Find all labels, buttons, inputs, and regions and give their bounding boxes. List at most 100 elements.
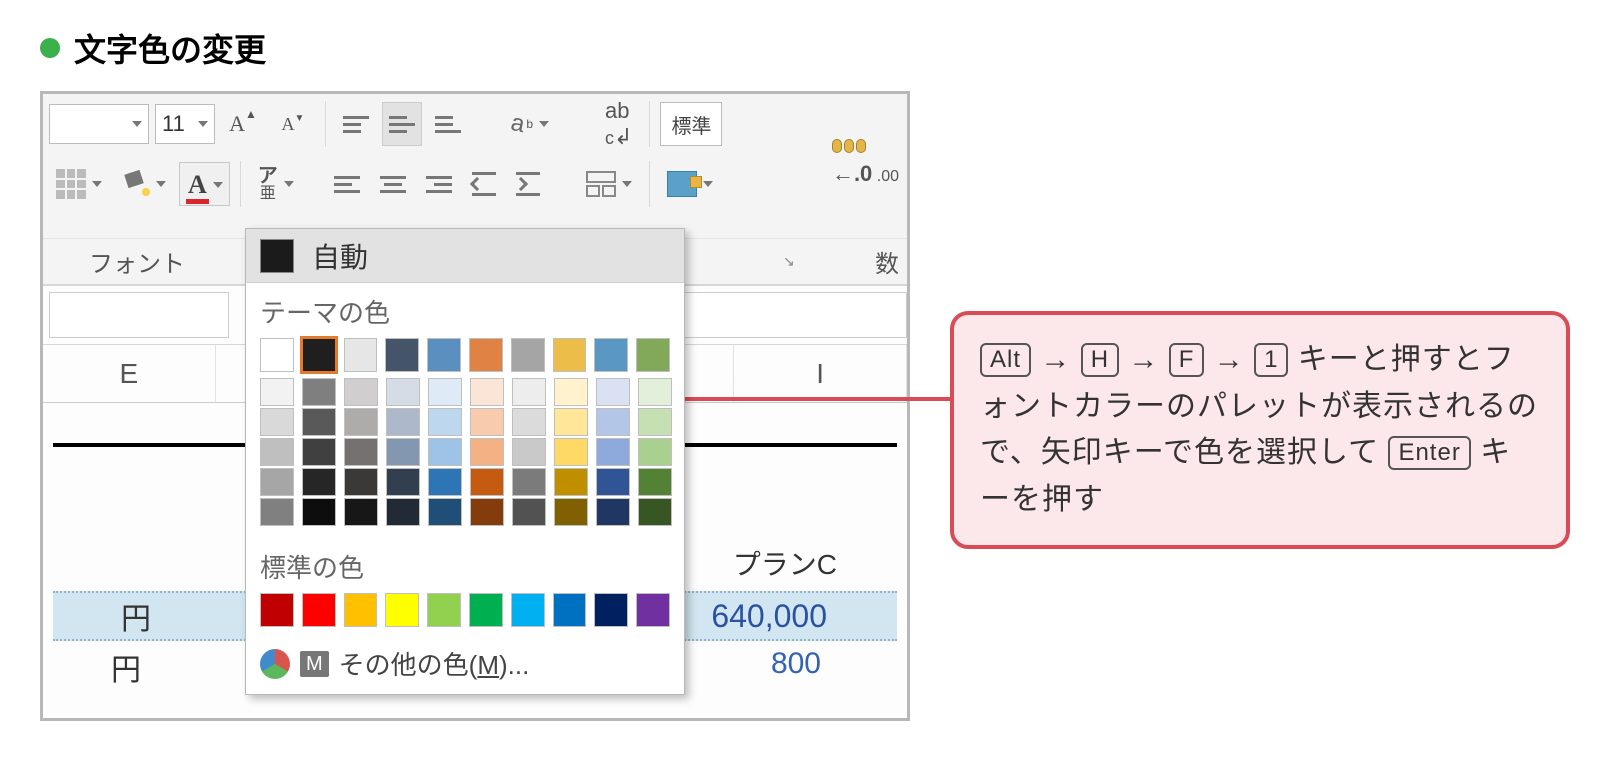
theme-shade-swatch[interactable] bbox=[386, 468, 420, 496]
theme-shade-swatch[interactable] bbox=[260, 438, 294, 466]
theme-shade-swatch[interactable] bbox=[260, 498, 294, 526]
theme-color-swatch[interactable] bbox=[427, 338, 461, 372]
standard-color-swatch[interactable] bbox=[469, 593, 503, 627]
theme-color-swatch[interactable] bbox=[385, 338, 419, 372]
theme-shade-swatch[interactable] bbox=[386, 378, 420, 406]
align-top-button[interactable] bbox=[336, 102, 376, 146]
theme-shade-swatch[interactable] bbox=[470, 438, 504, 466]
theme-shade-swatch[interactable] bbox=[428, 408, 462, 436]
theme-shade-swatch[interactable] bbox=[344, 378, 378, 406]
theme-shade-swatch[interactable] bbox=[554, 438, 588, 466]
theme-shade-swatch[interactable] bbox=[428, 468, 462, 496]
theme-shade-swatch[interactable] bbox=[470, 498, 504, 526]
phonetic-button[interactable]: ア亜 bbox=[251, 162, 301, 206]
theme-shade-swatch[interactable] bbox=[596, 468, 630, 496]
name-box[interactable] bbox=[49, 292, 229, 338]
theme-shade-swatch[interactable] bbox=[260, 408, 294, 436]
theme-shade-swatch[interactable] bbox=[302, 498, 336, 526]
font-color-button[interactable]: A bbox=[179, 162, 230, 206]
theme-shade-swatch[interactable] bbox=[428, 498, 462, 526]
orientation-button[interactable]: ab bbox=[504, 102, 556, 146]
align-bottom-button[interactable] bbox=[428, 102, 468, 146]
standard-color-swatch[interactable] bbox=[511, 593, 545, 627]
theme-shade-swatch[interactable] bbox=[428, 378, 462, 406]
align-right-button[interactable] bbox=[419, 162, 459, 206]
wrap-text-button[interactable]: abc↲ bbox=[598, 102, 639, 146]
align-center-button[interactable] bbox=[373, 162, 413, 206]
theme-shade-swatch[interactable] bbox=[302, 438, 336, 466]
standard-color-swatch[interactable] bbox=[260, 593, 294, 627]
cell-plan-c[interactable]: プランC bbox=[733, 543, 837, 583]
align-left-button[interactable] bbox=[327, 162, 367, 206]
decrease-decimal-button[interactable]: ←.0 .00 bbox=[832, 161, 899, 187]
col-header-i[interactable]: I bbox=[734, 345, 907, 402]
increase-indent-button[interactable] bbox=[509, 162, 547, 206]
theme-shade-swatch[interactable] bbox=[512, 408, 546, 436]
theme-shade-swatch[interactable] bbox=[428, 438, 462, 466]
grow-font-button[interactable]: A▲ bbox=[221, 102, 265, 146]
theme-shade-swatch[interactable] bbox=[344, 438, 378, 466]
theme-color-swatch[interactable] bbox=[594, 338, 628, 372]
theme-shade-swatch[interactable] bbox=[302, 468, 336, 496]
theme-shade-swatch[interactable] bbox=[512, 498, 546, 526]
borders-button[interactable] bbox=[49, 162, 109, 206]
more-colors-option[interactable]: M その他の色(M)... bbox=[246, 637, 684, 686]
standard-color-swatch[interactable] bbox=[385, 593, 419, 627]
theme-shade-swatch[interactable] bbox=[260, 378, 294, 406]
accounting-format-button[interactable] bbox=[660, 162, 720, 206]
number-format-combo[interactable]: 標準 bbox=[660, 102, 722, 146]
theme-color-swatch[interactable] bbox=[302, 338, 336, 372]
theme-shade-swatch[interactable] bbox=[470, 408, 504, 436]
decrease-indent-button[interactable] bbox=[465, 162, 503, 206]
standard-color-swatch[interactable] bbox=[594, 593, 628, 627]
standard-color-swatch[interactable] bbox=[302, 593, 336, 627]
theme-shade-swatch[interactable] bbox=[344, 498, 378, 526]
font-dialog-launcher[interactable]: ↘ bbox=[783, 253, 795, 270]
theme-shade-swatch[interactable] bbox=[344, 408, 378, 436]
theme-color-swatch[interactable] bbox=[344, 338, 378, 372]
theme-shade-swatch[interactable] bbox=[512, 438, 546, 466]
merge-cells-button[interactable] bbox=[579, 162, 639, 206]
theme-shade-swatch[interactable] bbox=[554, 498, 588, 526]
theme-shade-swatch[interactable] bbox=[302, 408, 336, 436]
theme-shade-swatch[interactable] bbox=[470, 378, 504, 406]
standard-color-swatch[interactable] bbox=[344, 593, 378, 627]
standard-color-swatch[interactable] bbox=[636, 593, 670, 627]
standard-color-swatch[interactable] bbox=[427, 593, 461, 627]
theme-shade-swatch[interactable] bbox=[638, 438, 672, 466]
theme-shade-swatch[interactable] bbox=[260, 468, 294, 496]
fill-color-button[interactable] bbox=[115, 162, 173, 206]
currency-icon[interactable] bbox=[832, 139, 866, 153]
theme-shade-swatch[interactable] bbox=[554, 408, 588, 436]
align-middle-button[interactable] bbox=[382, 102, 422, 146]
standard-color-swatch[interactable] bbox=[553, 593, 587, 627]
theme-shade-swatch[interactable] bbox=[554, 378, 588, 406]
theme-color-swatch[interactable] bbox=[553, 338, 587, 372]
theme-shade-swatch[interactable] bbox=[470, 468, 504, 496]
theme-color-swatch[interactable] bbox=[511, 338, 545, 372]
theme-shade-swatch[interactable] bbox=[386, 498, 420, 526]
col-header-e[interactable]: E bbox=[43, 345, 216, 402]
theme-shade-swatch[interactable] bbox=[638, 408, 672, 436]
theme-color-swatch[interactable] bbox=[260, 338, 294, 372]
theme-shade-swatch[interactable] bbox=[386, 408, 420, 436]
theme-shade-swatch[interactable] bbox=[302, 378, 336, 406]
theme-shade-swatch[interactable] bbox=[512, 378, 546, 406]
font-name-combo[interactable] bbox=[49, 104, 149, 144]
theme-shade-swatch[interactable] bbox=[386, 438, 420, 466]
theme-color-swatch[interactable] bbox=[636, 338, 670, 372]
theme-shade-swatch[interactable] bbox=[596, 378, 630, 406]
theme-color-swatch[interactable] bbox=[469, 338, 503, 372]
theme-shade-swatch[interactable] bbox=[638, 468, 672, 496]
theme-shade-swatch[interactable] bbox=[596, 498, 630, 526]
theme-shade-swatch[interactable] bbox=[596, 438, 630, 466]
auto-color-option[interactable]: 自動 bbox=[246, 229, 684, 283]
theme-shade-swatch[interactable] bbox=[554, 468, 588, 496]
theme-shade-swatch[interactable] bbox=[596, 408, 630, 436]
font-size-combo[interactable]: 11 bbox=[155, 104, 215, 144]
theme-shade-swatch[interactable] bbox=[344, 468, 378, 496]
theme-shade-swatch[interactable] bbox=[638, 378, 672, 406]
shrink-font-button[interactable]: A▼ bbox=[271, 102, 315, 146]
theme-shade-swatch[interactable] bbox=[512, 468, 546, 496]
theme-shade-swatch[interactable] bbox=[638, 498, 672, 526]
